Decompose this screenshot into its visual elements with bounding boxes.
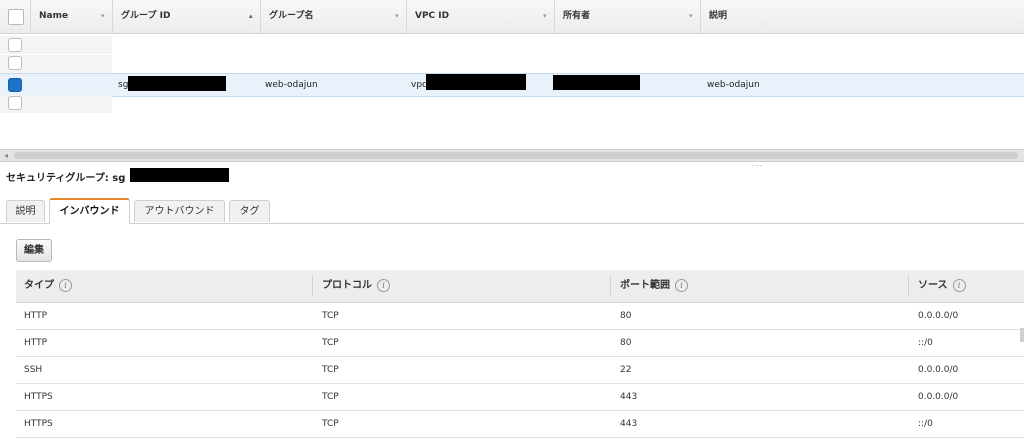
redaction-box — [553, 75, 640, 90]
sort-icon[interactable]: ▴ — [249, 0, 253, 33]
row-checkbox[interactable] — [8, 56, 22, 70]
column-label: 所有者 — [563, 11, 591, 21]
tab-description[interactable]: 説明 — [6, 200, 45, 222]
description-cell: web-odajun — [707, 80, 760, 90]
column-label: グループ名 — [269, 11, 314, 21]
column-label: 説明 — [709, 11, 728, 21]
protocol-cell: TCP — [322, 365, 339, 375]
table-row: HTTPS TCP 443 ::/0 — [16, 411, 1024, 438]
redaction-box — [128, 76, 226, 91]
column-label: VPC ID — [415, 11, 450, 21]
column-header-vpc-id[interactable]: VPC ID ▾ — [406, 0, 554, 33]
detail-tabs: 説明 インバウンド アウトバウンド タグ — [0, 198, 1024, 224]
tab-inbound[interactable]: インバウンド — [49, 198, 130, 224]
header-label: プロトコル — [322, 280, 372, 291]
protocol-cell: TCP — [322, 311, 339, 321]
port-cell: 22 — [620, 365, 632, 375]
list-item[interactable] — [0, 36, 1024, 54]
type-cell: SSH — [24, 365, 43, 375]
row-checkbox[interactable] — [8, 96, 22, 110]
type-cell: HTTP — [24, 311, 48, 321]
column-header-description[interactable]: 説明 — [700, 0, 1024, 33]
select-all-checkbox[interactable] — [8, 9, 24, 25]
grid-header: Name ▾ グループ ID ▴ グループ名 ▾ VPC ID ▾ 所有者 ▾ … — [0, 0, 1024, 34]
tab-outbound[interactable]: アウトバウンド — [134, 200, 225, 222]
table-row: HTTP TCP 80 ::/0 — [16, 330, 1024, 357]
header-label: タイプ — [24, 280, 54, 291]
source-cell: 0.0.0.0/0 — [918, 392, 959, 402]
column-header-name[interactable]: Name ▾ — [30, 0, 112, 33]
protocol-cell: TCP — [322, 392, 339, 402]
header-protocol: プロトコル i — [314, 270, 390, 302]
protocol-cell: TCP — [322, 419, 339, 429]
redaction-box — [426, 74, 526, 90]
port-cell: 80 — [620, 311, 632, 321]
list-item[interactable] — [0, 95, 1024, 113]
header-type: タイプ i — [16, 270, 72, 302]
panel-splitter-handle[interactable]: --- — [752, 161, 764, 170]
type-cell: HTTPS — [24, 419, 53, 429]
group-id-cell: sg — [118, 80, 129, 90]
source-cell: 0.0.0.0/0 — [918, 365, 959, 375]
sort-icon[interactable]: ▾ — [689, 0, 693, 33]
sort-icon[interactable]: ▾ — [101, 0, 105, 33]
vertical-scrollbar-thumb[interactable] — [1020, 328, 1024, 342]
edit-button[interactable]: 編集 — [16, 239, 52, 262]
header-label: ポート範囲 — [620, 280, 670, 291]
scroll-left-icon[interactable]: ◂ — [4, 150, 8, 161]
scrollbar-thumb[interactable] — [14, 152, 1018, 159]
table-row: SSH TCP 22 0.0.0.0/0 — [16, 357, 1024, 384]
row-checkbox[interactable] — [8, 38, 22, 52]
detail-title-text: セキュリティグループ: sg — [6, 173, 126, 184]
type-cell: HTTP — [24, 338, 48, 348]
source-cell: 0.0.0.0/0 — [918, 311, 959, 321]
list-item[interactable] — [0, 55, 1024, 73]
header-port-range: ポート範囲 i — [612, 270, 688, 302]
column-label: グループ ID — [121, 11, 171, 21]
protocol-cell: TCP — [322, 338, 339, 348]
header-label: ソース — [918, 280, 948, 291]
tab-tags[interactable]: タグ — [229, 200, 270, 222]
header-source: ソース i — [910, 270, 966, 302]
table-row: HTTP TCP 80 0.0.0.0/0 — [16, 303, 1024, 330]
vpc-id-cell: vpc — [411, 80, 427, 90]
horizontal-scrollbar[interactable]: ◂ — [0, 149, 1024, 162]
info-icon[interactable]: i — [675, 278, 688, 292]
sort-icon[interactable]: ▾ — [395, 0, 399, 33]
info-icon[interactable]: i — [377, 278, 390, 292]
port-cell: 80 — [620, 338, 632, 348]
sort-icon[interactable]: ▾ — [543, 0, 547, 33]
port-cell: 443 — [620, 392, 638, 402]
info-icon[interactable]: i — [952, 278, 966, 292]
rules-table-header: タイプ i プロトコル i ポート範囲 i ソース i — [16, 270, 1024, 303]
info-icon[interactable]: i — [59, 278, 72, 292]
column-label: Name — [39, 11, 69, 21]
source-cell: ::/0 — [918, 419, 933, 429]
inbound-rules-table: タイプ i プロトコル i ポート範囲 i ソース i HTTP TCP 80 0.0.… — [16, 270, 1024, 438]
type-cell: HTTPS — [24, 392, 53, 402]
row-checkbox-checked[interactable] — [8, 78, 22, 92]
table-row: HTTPS TCP 443 0.0.0.0/0 — [16, 384, 1024, 411]
redaction-box — [130, 168, 229, 182]
detail-title: セキュリティグループ: sg — [6, 169, 125, 184]
port-cell: 443 — [620, 419, 638, 429]
column-header-group-id[interactable]: グループ ID ▴ — [112, 0, 260, 33]
column-header-owner[interactable]: 所有者 ▾ — [554, 0, 700, 33]
list-item-selected[interactable]: sg web-odajun vpc web-odajun — [0, 73, 1024, 97]
group-name-cell: web-odajun — [265, 80, 318, 90]
source-cell: ::/0 — [918, 338, 933, 348]
column-header-group-name[interactable]: グループ名 ▾ — [260, 0, 406, 33]
